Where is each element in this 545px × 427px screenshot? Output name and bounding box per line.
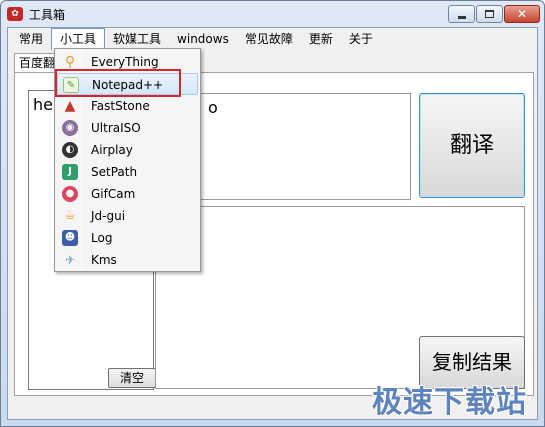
translation-output-value: o xyxy=(208,98,218,117)
close-button[interactable]: ✕ xyxy=(504,5,540,23)
app-window: ✿ 工具箱 ✕ 常用 小工具 软媒工具 windows 常见故障 更新 关于 百… xyxy=(0,0,545,427)
camera-icon: ● xyxy=(62,186,78,202)
maximize-button[interactable] xyxy=(476,5,503,23)
menu-about[interactable]: 关于 xyxy=(341,28,381,50)
menu-item-faststone[interactable]: ▲ FastStone xyxy=(57,95,198,117)
translate-button[interactable]: 翻译 xyxy=(419,93,525,198)
menu-item-ultraiso[interactable]: ◉ UltraISO xyxy=(57,117,198,139)
watermark-text: 极速下载站 xyxy=(372,385,527,420)
maximize-icon xyxy=(485,10,494,18)
faststone-icon: ▲ xyxy=(64,98,76,114)
key-icon: ✈ xyxy=(64,253,76,267)
menu-item-gifcam[interactable]: ● GifCam xyxy=(57,183,198,205)
minimize-icon xyxy=(457,15,466,19)
tools-dropdown-menu: ⚲ EveryThing ✎ Notepad++ ▲ FastStone ◉ U… xyxy=(54,48,201,272)
menu-item-notepad-plus-plus[interactable]: ✎ Notepad++ xyxy=(57,73,198,95)
menu-bar: 常用 小工具 软媒工具 windows 常见故障 更新 关于 xyxy=(8,28,537,50)
airplay-icon: ◐ xyxy=(62,142,78,158)
app-icon: ✿ xyxy=(7,7,23,21)
notepad-chameleon-icon: ✎ xyxy=(63,77,79,93)
menu-tools[interactable]: 小工具 xyxy=(51,28,106,50)
menu-common[interactable]: 常用 xyxy=(11,28,51,50)
menu-item-everything[interactable]: ⚲ EveryThing xyxy=(57,51,198,73)
menu-update[interactable]: 更新 xyxy=(301,28,341,50)
users-icon: ☻ xyxy=(62,230,78,246)
menu-item-airplay[interactable]: ◐ Airplay xyxy=(57,139,198,161)
close-icon: ✕ xyxy=(516,7,528,21)
menu-item-log[interactable]: ☻ Log xyxy=(57,227,198,249)
menu-windows[interactable]: windows xyxy=(169,28,237,50)
disc-icon: ◉ xyxy=(62,120,78,136)
window-title: 工具箱 xyxy=(29,8,66,22)
menu-common-faults[interactable]: 常见故障 xyxy=(237,28,301,50)
coffee-cup-icon: ☕ xyxy=(64,208,76,223)
menu-item-kms[interactable]: ✈ Kms xyxy=(57,249,198,271)
menu-item-jd-gui[interactable]: ☕ Jd-gui xyxy=(57,205,198,227)
menu-ruanmei-tools[interactable]: 软媒工具 xyxy=(105,28,169,50)
minimize-button[interactable] xyxy=(448,5,475,23)
translation-output[interactable]: o xyxy=(193,93,411,200)
clear-button[interactable]: 清空 xyxy=(108,368,156,388)
title-bar[interactable]: ✿ 工具箱 ✕ xyxy=(1,1,544,27)
magnifier-icon: ⚲ xyxy=(64,54,76,70)
menu-item-setpath[interactable]: J SetPath xyxy=(57,161,198,183)
setpath-icon: J xyxy=(62,164,78,180)
